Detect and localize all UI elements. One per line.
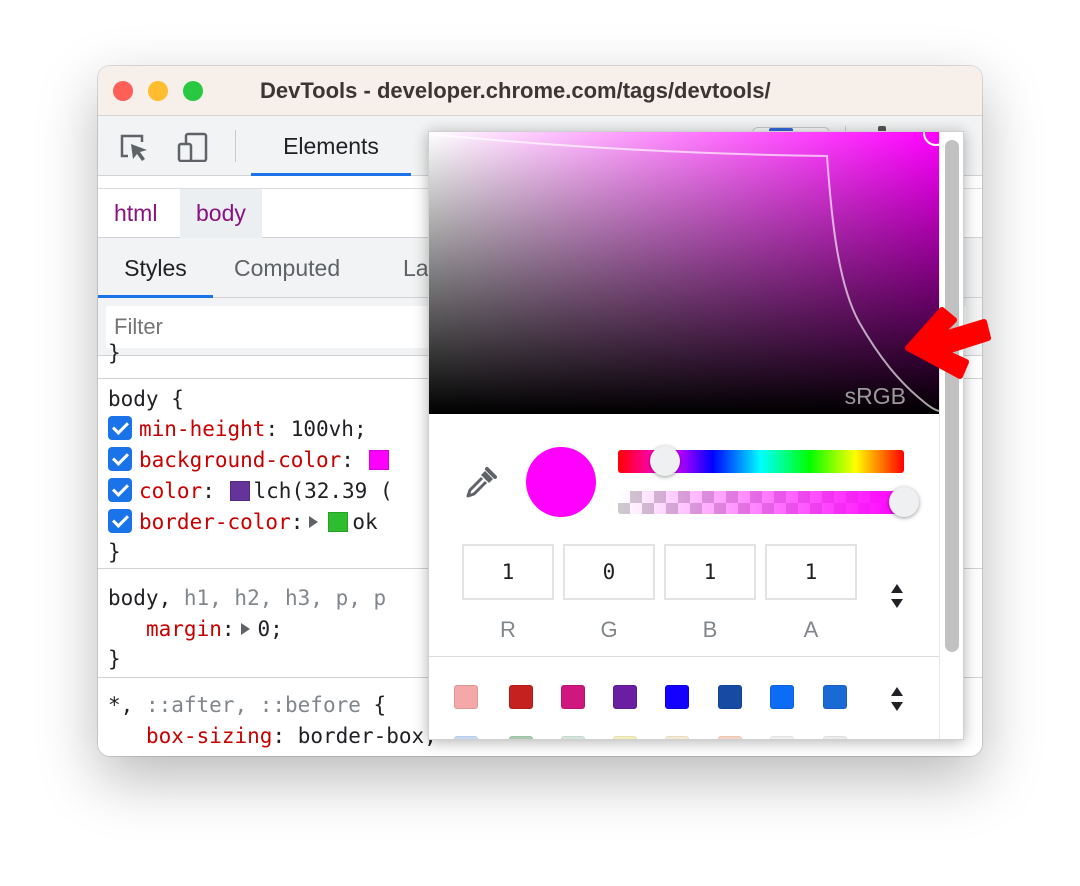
gamut-label: sRGB: [844, 383, 906, 409]
inspect-element-icon[interactable]: [118, 132, 152, 162]
tab-elements[interactable]: Elements: [251, 116, 411, 176]
tab-elements-label: Elements: [283, 133, 379, 159]
selector-match: *,: [108, 693, 134, 717]
popup-scrollbar[interactable]: [939, 132, 963, 739]
hue-slider-thumb[interactable]: [650, 446, 680, 476]
red-channel-input[interactable]: [462, 544, 554, 600]
palette-swatch[interactable]: [613, 736, 637, 739]
palette-swatch[interactable]: [718, 736, 742, 739]
palette-divider: [429, 656, 939, 657]
palette-swatch[interactable]: [665, 685, 689, 709]
palette-swatch[interactable]: [823, 736, 847, 739]
tab-computed[interactable]: Computed: [234, 238, 340, 298]
minimize-window-button[interactable]: [148, 81, 168, 101]
active-tab-indicator: [251, 173, 411, 176]
palette-swatch[interactable]: [561, 685, 585, 709]
breadcrumb-html[interactable]: html: [98, 189, 173, 238]
color-format-toggle-icon[interactable]: [889, 584, 905, 612]
alpha-slider[interactable]: [618, 491, 904, 514]
palette-swatch[interactable]: [823, 685, 847, 709]
title-bar: DevTools - developer.chrome.com/tags/dev…: [98, 66, 982, 116]
tab-styles-label: Styles: [124, 255, 187, 281]
palette-swatch[interactable]: [770, 736, 794, 739]
rule-open-brace: {: [373, 693, 387, 717]
red-channel-label: R: [500, 617, 516, 642]
eyedropper-icon[interactable]: [463, 465, 499, 501]
rule-selector[interactable]: *, ::after, ::before {: [108, 690, 386, 720]
color-picker-popup: sRGB R G B A: [428, 131, 964, 740]
close-window-button[interactable]: [113, 81, 133, 101]
zoom-window-button[interactable]: [183, 81, 203, 101]
green-channel-label: G: [600, 617, 618, 642]
palette-switcher-icon[interactable]: [889, 687, 905, 715]
alpha-channel-label: A: [803, 617, 819, 642]
palette-swatch[interactable]: [454, 685, 478, 709]
palette-swatch[interactable]: [561, 736, 585, 739]
green-channel-input[interactable]: [563, 544, 655, 600]
palette-swatch[interactable]: [454, 736, 478, 739]
alpha-slider-thumb[interactable]: [889, 487, 919, 517]
toolbar-separator: [235, 130, 236, 162]
tab-layout[interactable]: La: [403, 238, 429, 298]
alpha-channel-input[interactable]: [765, 544, 857, 600]
scrollbar-thumb[interactable]: [945, 140, 959, 652]
annotation-arrow-icon: [905, 307, 991, 379]
declaration-box-sizing: box-sizing: border-box;: [146, 724, 437, 748]
blue-channel-label: B: [702, 617, 718, 642]
palette-swatch[interactable]: [718, 685, 742, 709]
palette-swatch[interactable]: [509, 736, 533, 739]
tab-styles[interactable]: Styles: [98, 238, 213, 298]
palette-swatch[interactable]: [665, 736, 689, 739]
color-preview-swatch: [526, 447, 596, 517]
palette-swatch[interactable]: [509, 685, 533, 709]
color-spectrum[interactable]: sRGB: [429, 132, 949, 414]
breadcrumb-body[interactable]: body: [180, 189, 262, 238]
property-value[interactable]: border-box;: [298, 724, 437, 748]
gamut-boundary-line: [429, 133, 939, 412]
blue-channel-input[interactable]: [664, 544, 756, 600]
property-name[interactable]: box-sizing: [146, 724, 272, 748]
palette-swatch[interactable]: [770, 685, 794, 709]
palette-swatch[interactable]: [613, 685, 637, 709]
device-toolbar-icon[interactable]: [176, 132, 210, 162]
selector-nonmatch: ::after, ::before: [133, 693, 374, 717]
window-title: DevTools - developer.chrome.com/tags/dev…: [260, 78, 771, 103]
